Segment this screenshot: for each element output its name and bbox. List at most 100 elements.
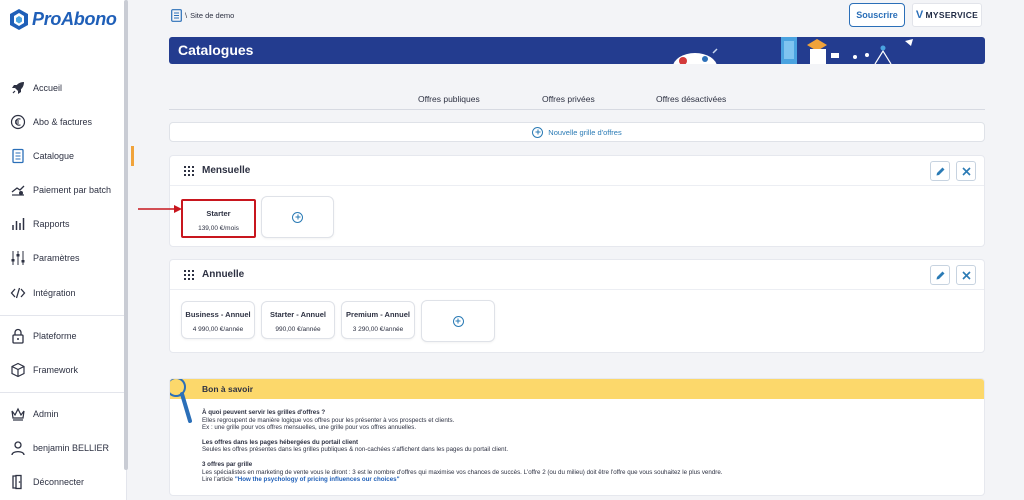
sidebar-item-label: Accueil	[33, 83, 63, 93]
edit-grid-button[interactable]	[930, 265, 950, 285]
add-circle-icon	[532, 126, 544, 138]
offer-price: 4 990,00 €/année	[192, 326, 244, 333]
grid-icon	[184, 166, 194, 176]
offer-price: 139,00 €/mois	[198, 225, 239, 232]
sidebar-scrollbar[interactable]	[124, 0, 128, 470]
article-link[interactable]: "How the psychology of pricing influence…	[235, 476, 400, 483]
myservice-logo-mark: V	[915, 9, 924, 21]
sidebar-item-user[interactable]: benjamin BELLIER	[10, 437, 122, 459]
offer-name: Business - Annuel	[185, 310, 251, 319]
sidebar: ProAbono Accueil Abo & factures Catalogu…	[0, 0, 134, 500]
grid-title: Mensuelle	[202, 165, 251, 176]
tips-title: Bon à savoir	[202, 384, 254, 394]
offer-name: Premium - Annuel	[346, 310, 410, 319]
breadcrumb: \ Site de demo	[171, 9, 234, 22]
sidebar-item-label: Paiement par batch	[33, 185, 112, 195]
delete-grid-button[interactable]	[956, 161, 976, 181]
offer-price: 3 290,00 €/année	[352, 326, 404, 333]
offer-name: Starter	[206, 209, 231, 218]
tab-offres-publiques[interactable]: Offres publiques	[418, 94, 480, 104]
delete-grid-button[interactable]	[956, 265, 976, 285]
catalog-icon	[12, 148, 24, 164]
offer-card-premium-annuel[interactable]: Premium - Annuel 3 290,00 €/année	[341, 301, 415, 339]
grid-panel-header: Mensuelle	[170, 156, 984, 186]
reports-icon	[12, 218, 25, 230]
page-title: Catalogues	[178, 42, 254, 58]
document-icon	[171, 9, 182, 22]
new-grid-button[interactable]: Nouvelle grille d'offres	[169, 122, 985, 142]
tips-question: À quoi peuvent servir les grilles d'offr…	[202, 409, 326, 416]
sidebar-item-admin[interactable]: Admin	[10, 403, 122, 425]
rocket-icon	[12, 82, 24, 94]
sidebar-item-label: benjamin BELLIER	[33, 443, 110, 453]
offer-name: Starter - Annuel	[270, 310, 326, 319]
magnifier-icon	[170, 379, 192, 423]
tips-header: Bon à savoir	[170, 379, 984, 399]
tips-line: Ex : une grille pour vos offres mensuell…	[202, 424, 417, 432]
logout-icon	[12, 474, 22, 490]
sidebar-item-framework[interactable]: Framework	[10, 359, 122, 381]
grid-panel-header: Annuelle	[170, 260, 984, 290]
breadcrumb-separator: \	[185, 11, 188, 20]
myservice-text: MYSERVICE	[925, 10, 979, 20]
grid-panel-annuelle: Annuelle Business - Annuel 4 990,00 €/an…	[169, 259, 985, 353]
sidebar-item-label: Admin	[33, 409, 59, 419]
lock-icon	[12, 328, 24, 344]
tips-body: À quoi peuvent servir les grilles d'offr…	[202, 409, 972, 484]
sidebar-item-deconnecter[interactable]: Déconnecter	[10, 471, 122, 493]
sidebar-item-label: Abo & factures	[33, 117, 93, 127]
pencil-icon	[936, 167, 944, 175]
user-icon	[11, 441, 25, 456]
sidebar-item-label: Catalogue	[33, 151, 75, 161]
subscribe-button[interactable]: Souscrire	[849, 3, 905, 27]
offer-card-starter[interactable]: Starter 139,00 €/mois	[181, 199, 256, 238]
breadcrumb-site[interactable]: Site de demo	[190, 11, 234, 20]
sidebar-item-label: Plateforme	[33, 331, 77, 341]
grid-title: Annuelle	[202, 269, 245, 280]
banner-illustration	[673, 37, 913, 64]
sidebar-item-parametres[interactable]: Paramètres	[10, 247, 122, 269]
sidebar-item-plateforme[interactable]: Plateforme	[10, 325, 122, 347]
sidebar-item-rapports[interactable]: Rapports	[10, 213, 122, 235]
settings-sliders-icon	[11, 251, 25, 265]
sidebar-divider	[0, 392, 124, 393]
sidebar-item-paiement-batch[interactable]: Paiement par batch	[10, 179, 122, 201]
sidebar-item-abo-factures[interactable]: Abo & factures	[10, 111, 122, 133]
close-icon	[961, 270, 971, 280]
tab-offres-privees[interactable]: Offres privées	[542, 94, 595, 104]
new-grid-label: Nouvelle grille d'offres	[548, 127, 622, 137]
tips-question: Les offres dans les pages hébergées du p…	[202, 438, 359, 446]
batch-payment-icon	[11, 185, 25, 196]
page-banner: Catalogues	[169, 37, 985, 64]
sidebar-divider	[0, 315, 124, 316]
add-circle-icon	[292, 211, 303, 223]
grid-panel-mensuelle: Mensuelle Starter 139,00 €/mois	[169, 155, 985, 247]
tips-line: Elles regroupent de manière logique vos …	[202, 416, 455, 424]
sidebar-item-catalogue[interactable]: Catalogue	[10, 145, 134, 167]
sidebar-item-integration[interactable]: Intégration	[10, 282, 122, 304]
grid-icon	[184, 270, 194, 280]
close-icon	[961, 166, 971, 176]
offer-price: 990,00 €/année	[275, 326, 321, 333]
myservice-badge[interactable]: V MYSERVICE	[912, 3, 982, 27]
euro-icon	[10, 114, 26, 130]
logo-text: ProAbono	[32, 9, 117, 29]
sidebar-item-label: Paramètres	[33, 253, 80, 263]
edit-grid-button[interactable]	[930, 161, 950, 181]
offer-card-starter-annuel[interactable]: Starter - Annuel 990,00 €/année	[261, 301, 335, 339]
tips-line: Seules les offres présentes dans les gri…	[202, 446, 509, 454]
pencil-icon	[936, 271, 944, 279]
proabono-logo[interactable]: ProAbono	[10, 9, 117, 30]
sidebar-item-label: Intégration	[33, 288, 76, 298]
add-offer-button[interactable]	[421, 300, 495, 342]
hexagon-logo-icon	[10, 9, 28, 30]
tab-offres-desactivees[interactable]: Offres désactivées	[656, 94, 726, 104]
offer-tabs: Offres publiques Offres privées Offres d…	[169, 92, 985, 110]
tips-panel: Bon à savoir À quoi peuvent servir les g…	[169, 378, 985, 496]
sidebar-item-accueil[interactable]: Accueil	[10, 77, 122, 99]
code-icon	[10, 287, 26, 299]
offer-card-business-annuel[interactable]: Business - Annuel 4 990,00 €/année	[181, 301, 255, 339]
tips-article-line: Lire l'article "How the psychology of pr…	[202, 476, 972, 484]
add-offer-button[interactable]	[261, 196, 334, 238]
tips-question: 3 offres par grille	[202, 460, 253, 468]
